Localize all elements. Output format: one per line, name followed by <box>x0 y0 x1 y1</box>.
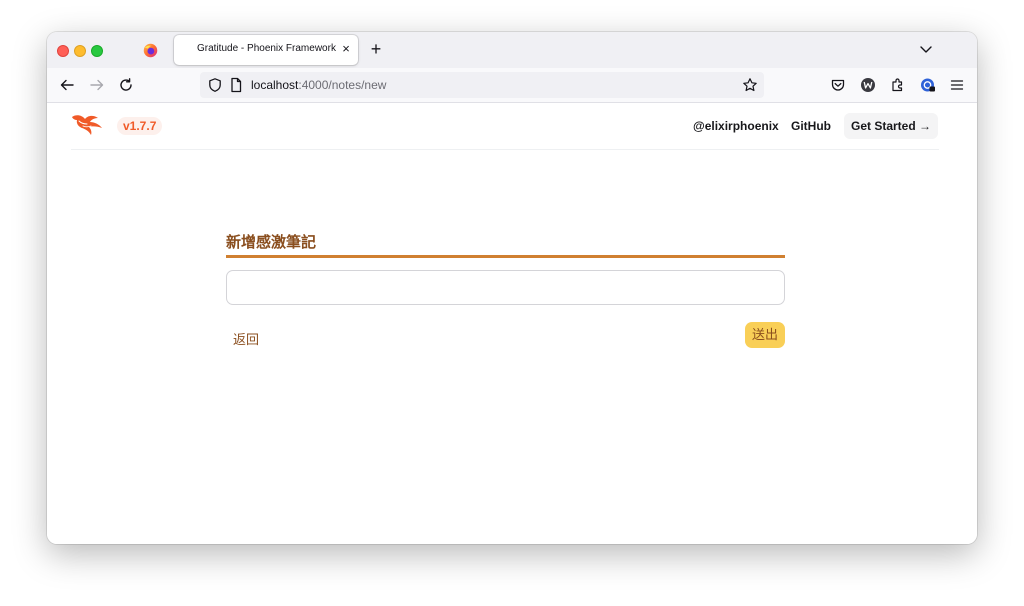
submit-button[interactable]: 送出 <box>745 322 785 348</box>
tab-close-icon[interactable]: × <box>339 41 353 57</box>
forward-icon[interactable] <box>89 77 105 93</box>
list-tabs-icon[interactable] <box>919 42 933 56</box>
url-host: localhost <box>251 78 299 92</box>
tab-strip: Gratitude - Phoenix Framework × + <box>47 32 977 68</box>
menu-icon[interactable] <box>949 77 965 93</box>
new-tab-button[interactable]: + <box>368 40 384 58</box>
page-content: v1.7.7 @elixirphoenix GitHub Get Started… <box>47 103 977 544</box>
browser-window: Gratitude - Phoenix Framework × + localh… <box>47 32 977 544</box>
twitter-link[interactable]: @elixirphoenix <box>693 119 779 133</box>
url-path: :4000/notes/new <box>298 78 387 92</box>
shield-icon[interactable] <box>207 77 223 93</box>
page-icon[interactable] <box>229 77 243 93</box>
navigation-bar: localhost:4000/notes/new <box>47 68 977 103</box>
pocket-icon[interactable] <box>830 77 846 93</box>
get-started-button[interactable]: Get Started → <box>844 113 938 139</box>
phoenix-logo-icon[interactable] <box>71 112 103 136</box>
password-icon[interactable] <box>920 77 936 93</box>
site-header: v1.7.7 @elixirphoenix GitHub Get Started… <box>71 103 939 150</box>
back-icon[interactable] <box>59 77 75 93</box>
firefox-icon[interactable] <box>143 43 158 58</box>
account-icon[interactable] <box>860 77 876 93</box>
bookmark-star-icon[interactable] <box>742 77 758 93</box>
page-title: 新增感激筆記 <box>226 233 785 258</box>
url-text[interactable]: localhost:4000/notes/new <box>251 78 386 92</box>
tab-active[interactable]: Gratitude - Phoenix Framework × <box>174 35 358 65</box>
reload-icon[interactable] <box>118 77 134 93</box>
extensions-icon[interactable] <box>890 77 906 93</box>
url-bar[interactable]: localhost:4000/notes/new <box>200 72 764 98</box>
version-badge: v1.7.7 <box>117 117 163 135</box>
minimize-window-button[interactable] <box>74 45 86 57</box>
github-link[interactable]: GitHub <box>791 119 831 133</box>
close-window-button[interactable] <box>57 45 69 57</box>
back-link[interactable]: 返回 <box>233 329 259 348</box>
zoom-window-button[interactable] <box>91 45 103 57</box>
tab-title: Gratitude - Phoenix Framework <box>197 43 336 54</box>
note-input[interactable] <box>226 270 785 305</box>
